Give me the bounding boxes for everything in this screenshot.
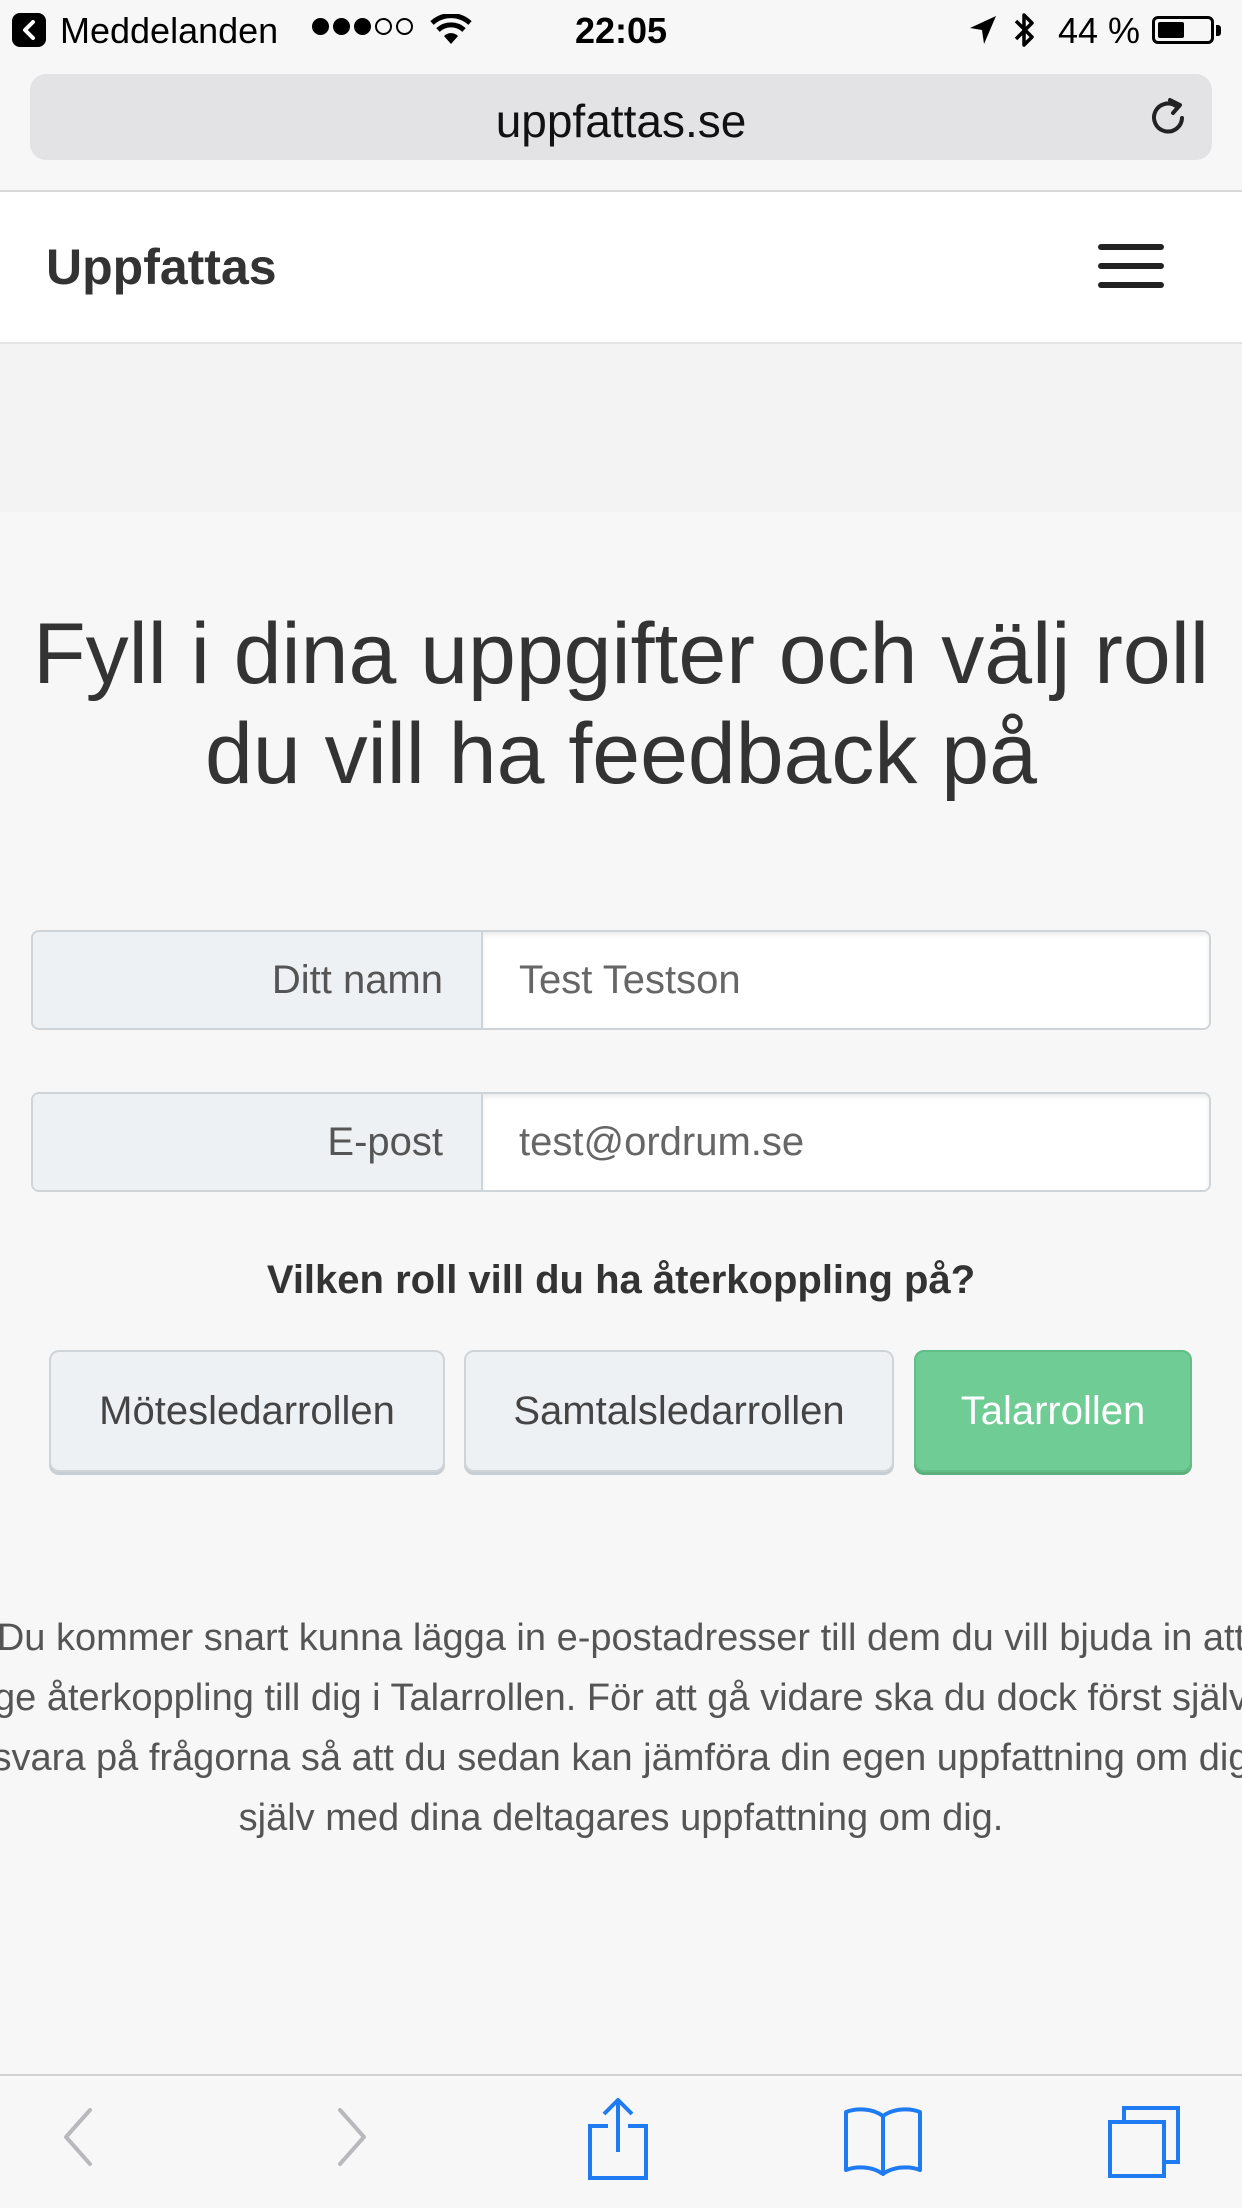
forward-icon[interactable] bbox=[332, 2102, 372, 2172]
name-field[interactable] bbox=[483, 932, 1209, 1028]
battery-percent: 44 % bbox=[1058, 10, 1141, 51]
page-title: Fyll i dina uppgifter och välj roll du v… bbox=[33, 606, 1209, 802]
menu-toggle-icon[interactable] bbox=[1098, 244, 1164, 288]
reload-icon[interactable] bbox=[1146, 96, 1190, 140]
bookmarks-icon[interactable] bbox=[842, 2104, 924, 2176]
info-text: Du kommer snart kunna lägga in e-postadr… bbox=[0, 1617, 1242, 1839]
tabs-icon[interactable] bbox=[1106, 2104, 1182, 2180]
browser-address-bar: uppfattas.se bbox=[0, 60, 1242, 192]
status-bar: Meddelanden 22:05 44 % bbox=[0, 0, 1242, 60]
url-field[interactable]: uppfattas.se bbox=[30, 74, 1212, 160]
site-navbar: Uppfattas bbox=[0, 192, 1242, 344]
clock: 22:05 bbox=[574, 10, 668, 51]
battery-icon bbox=[1152, 16, 1214, 44]
role-button-samtalsledarrollen[interactable]: Samtalsledarrollen bbox=[464, 1350, 894, 1472]
share-icon[interactable] bbox=[586, 2096, 650, 2182]
role-question: Vilken roll vill du ha återkoppling på? bbox=[266, 1258, 976, 1302]
browser-toolbar bbox=[0, 2074, 1242, 2208]
header-band bbox=[0, 344, 1242, 512]
email-input-group: E-post bbox=[31, 1092, 1211, 1192]
email-label: E-post bbox=[33, 1094, 483, 1190]
role-button-talarrollen[interactable]: Talarrollen bbox=[914, 1350, 1192, 1472]
email-field[interactable] bbox=[483, 1094, 1209, 1190]
url-text: uppfattas.se bbox=[495, 95, 747, 147]
name-input-group: Ditt namn bbox=[31, 930, 1211, 1030]
back-icon[interactable] bbox=[58, 2102, 98, 2172]
name-label: Ditt namn bbox=[33, 932, 483, 1028]
bluetooth-icon bbox=[1014, 13, 1034, 47]
role-button-motesledarrollen[interactable]: Mötesledarrollen bbox=[49, 1350, 445, 1472]
brand-logo-link[interactable]: Uppfattas bbox=[46, 238, 277, 296]
location-arrow-icon bbox=[970, 16, 996, 44]
